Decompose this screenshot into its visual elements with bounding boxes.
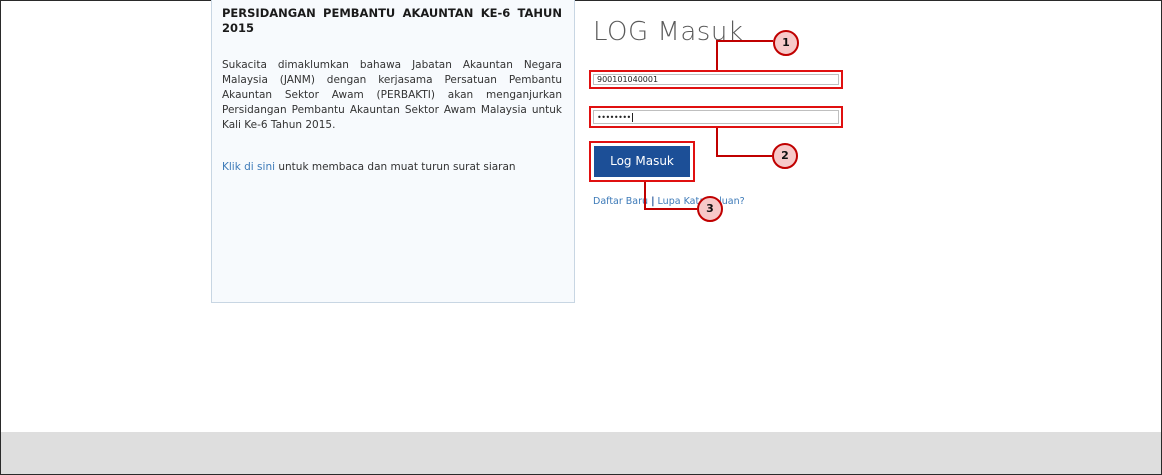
register-link[interactable]: Daftar Baru (593, 196, 648, 207)
link-separator: | (651, 196, 655, 207)
callout-badge-2: 2 (772, 143, 798, 169)
announcement-title: PERSIDANGAN PEMBANTU AKAUNTAN KE-6 TAHUN… (222, 6, 562, 35)
password-mask: •••••••• (597, 113, 631, 122)
login-button[interactable]: Log Masuk (594, 146, 690, 177)
announcement-link-line: Klik di sini untuk membaca dan muat turu… (222, 160, 572, 175)
username-input[interactable]: 900101040001 (593, 74, 839, 85)
login-button-highlight: Log Masuk (589, 141, 695, 182)
password-field-highlight: •••••••• (589, 106, 843, 128)
username-field-highlight: 900101040001 (589, 70, 843, 89)
announcement-panel: PERSIDANGAN PEMBANTU AKAUNTAN KE-6 TAHUN… (211, 0, 575, 303)
announcement-body: Sukacita dimaklumkan bahawa Jabatan Akau… (222, 59, 562, 131)
login-title: LOG Masuk (593, 17, 744, 47)
callout-badge-1: 1 (773, 30, 799, 56)
window-frame (0, 0, 1162, 475)
read-circular-link[interactable]: Klik di sini (222, 161, 275, 173)
announcement-link-suffix: untuk membaca dan muat turun surat siara… (275, 161, 516, 173)
password-input[interactable]: •••••••• (593, 110, 839, 124)
footer-band (1, 432, 1161, 474)
callout-badge-3: 3 (697, 196, 723, 222)
text-caret (631, 113, 633, 122)
